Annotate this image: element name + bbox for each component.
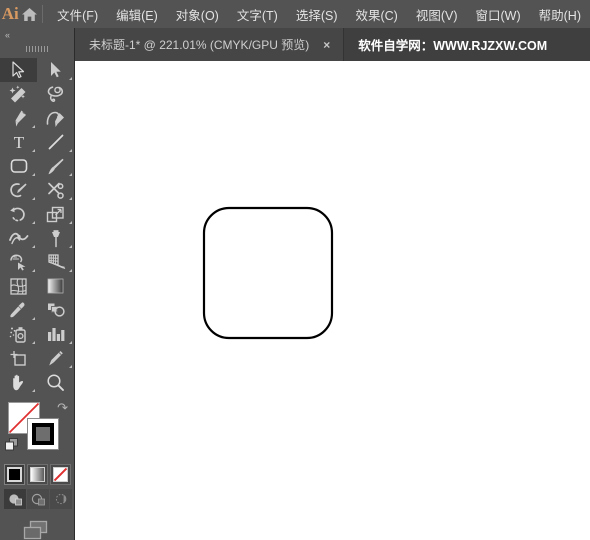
tool-flyout-indicator (69, 77, 72, 80)
illustrator-window: Ai 文件(F) 编辑(E) 对象(O) 文字(T) 选择(S) 效果(C) 视… (0, 0, 590, 540)
stroke-swatch[interactable] (27, 418, 59, 450)
watermark-tab-title: 软件自学网：WWW.RJZXW.COM (358, 39, 548, 53)
mesh-tool[interactable] (0, 274, 37, 298)
lasso-tool[interactable] (37, 82, 74, 106)
none-mode-button[interactable] (50, 464, 71, 485)
scale-tool[interactable] (37, 202, 74, 226)
menu-divider (41, 5, 43, 23)
menu-effect[interactable]: 效果(C) (346, 1, 406, 28)
eyedropper-tool[interactable] (0, 298, 37, 322)
tab-bar: 未标题-1* @ 221.01% (CMYK/GPU 预览) × 软件自学网：W… (0, 28, 590, 61)
default-fill-stroke-icon[interactable] (5, 438, 19, 451)
menu-bar: Ai 文件(F) 编辑(E) 对象(O) 文字(T) 选择(S) 效果(C) 视… (0, 0, 590, 28)
rectangle-tool[interactable] (0, 154, 37, 178)
pen-tool[interactable] (0, 106, 37, 130)
draw-normal-button[interactable] (4, 489, 26, 509)
app-logo-icon: Ai (1, 4, 19, 23)
gradient-tool[interactable] (37, 274, 74, 298)
change-screen-mode-button[interactable] (0, 519, 74, 540)
tool-flyout-indicator (69, 173, 72, 176)
line-segment-tool[interactable] (37, 130, 74, 154)
tool-flyout-indicator (32, 173, 35, 176)
collapse-panel-icon[interactable]: « (5, 30, 10, 40)
close-icon[interactable]: × (318, 37, 335, 53)
paintbrush-tool[interactable] (37, 154, 74, 178)
menu-select[interactable]: 选择(S) (287, 1, 347, 28)
tool-flyout-indicator (32, 341, 35, 344)
tool-flyout-indicator (69, 149, 72, 152)
rounded-rectangle-shape[interactable] (200, 204, 336, 342)
width-tool[interactable] (0, 226, 37, 250)
curvature-tool[interactable] (37, 106, 74, 130)
selection-tool[interactable] (0, 58, 37, 82)
tool-flyout-indicator (69, 341, 72, 344)
tools-panel-header: « (0, 28, 74, 42)
tool-flyout-indicator (32, 269, 35, 272)
none-icon (53, 467, 68, 482)
gradient-icon (30, 467, 45, 482)
home-icon[interactable] (20, 0, 39, 28)
free-transform-tool[interactable] (37, 226, 74, 250)
tool-flyout-indicator (32, 317, 35, 320)
tool-grid: T (0, 58, 74, 394)
perspective-grid-tool[interactable] (37, 250, 74, 274)
menu-type[interactable]: 文字(T) (228, 1, 287, 28)
draw-behind-button[interactable] (27, 489, 49, 509)
shape-builder-tool[interactable] (0, 250, 37, 274)
magic-wand-tool[interactable] (0, 82, 37, 106)
menu-help[interactable]: 帮助(H) (530, 1, 590, 28)
solid-color-icon (7, 467, 22, 482)
stroke-swatch-inner (32, 423, 54, 445)
tool-flyout-indicator (69, 245, 72, 248)
watermark-tab: 软件自学网：WWW.RJZXW.COM (344, 28, 562, 61)
tool-flyout-indicator (32, 389, 35, 392)
symbol-sprayer-tool[interactable] (0, 322, 37, 346)
document-tab-title: 未标题-1* @ 221.01% (CMYK/GPU 预览) (89, 38, 310, 52)
rotate-tool[interactable] (0, 202, 37, 226)
fill-stroke-controls: ↷ (0, 400, 74, 458)
scissors-tool[interactable] (37, 178, 74, 202)
tool-flyout-indicator (32, 149, 35, 152)
tool-flyout-indicator (69, 197, 72, 200)
menu-object[interactable]: 对象(O) (167, 1, 228, 28)
tool-flyout-indicator (32, 125, 35, 128)
tool-flyout-indicator (69, 365, 72, 368)
tools-panel: « T ↷ (0, 28, 75, 540)
document-tab[interactable]: 未标题-1* @ 221.01% (CMYK/GPU 预览) × (75, 28, 345, 61)
tool-flyout-indicator (32, 197, 35, 200)
blend-tool[interactable] (37, 298, 74, 322)
menu-window[interactable]: 窗口(W) (467, 1, 530, 28)
menu-view[interactable]: 视图(V) (407, 1, 467, 28)
gradient-mode-button[interactable] (27, 464, 48, 485)
artboard-tool[interactable] (0, 346, 37, 370)
type-tool[interactable]: T (0, 130, 37, 154)
color-mode-button[interactable] (4, 464, 25, 485)
tool-flyout-indicator (69, 269, 72, 272)
draw-mode-row (0, 489, 74, 509)
menu-edit[interactable]: 编辑(E) (107, 1, 167, 28)
tool-flyout-indicator (32, 221, 35, 224)
menu-item-list: 文件(F) 编辑(E) 对象(O) 文字(T) 选择(S) 效果(C) 视图(V… (48, 1, 590, 28)
slice-tool[interactable] (37, 346, 74, 370)
hand-tool[interactable] (0, 370, 37, 394)
panel-grip-dots (26, 46, 48, 52)
color-mode-row (0, 464, 74, 485)
tab-strip: 未标题-1* @ 221.01% (CMYK/GPU 预览) × 软件自学网：W… (75, 28, 562, 61)
column-graph-tool[interactable] (37, 322, 74, 346)
direct-selection-tool[interactable] (37, 58, 74, 82)
menu-file[interactable]: 文件(F) (48, 1, 107, 28)
tool-flyout-indicator (32, 245, 35, 248)
draw-inside-button[interactable] (50, 489, 72, 509)
svg-text:T: T (13, 133, 24, 151)
canvas-area[interactable] (75, 61, 590, 540)
panel-grip[interactable] (0, 42, 74, 56)
tool-flyout-indicator (69, 221, 72, 224)
shaper-tool[interactable] (0, 178, 37, 202)
swap-fill-stroke-icon[interactable]: ↷ (57, 401, 68, 414)
zoom-tool[interactable] (37, 370, 74, 394)
